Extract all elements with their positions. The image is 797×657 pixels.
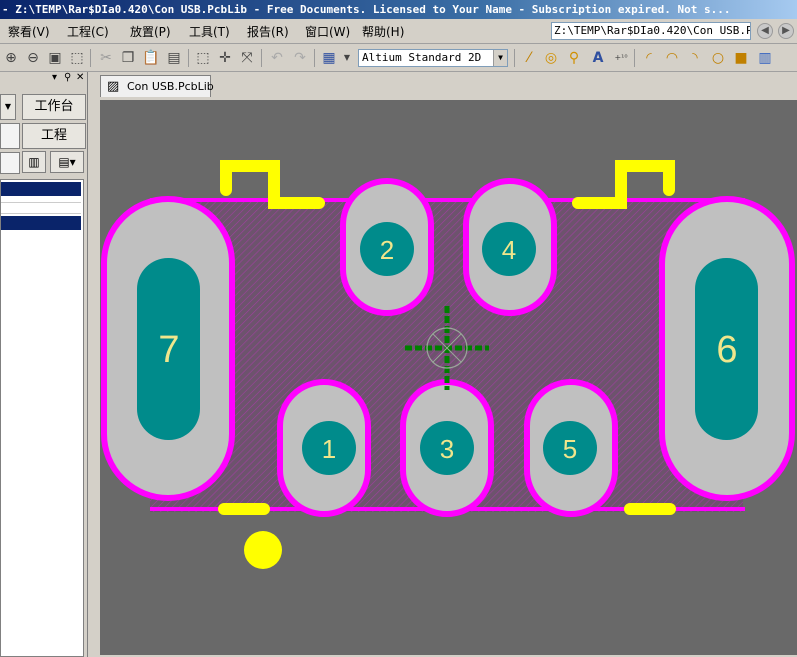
zoom-in-icon[interactable]: ⊕ [2,49,20,67]
place-line-icon[interactable]: ⁄ [520,49,538,67]
pcblib-document-icon: ▨ [107,79,120,94]
menu-project[interactable]: 工程(C) [67,23,109,40]
toolbar-separator [261,49,262,67]
pad-7-label: 7 [158,329,179,371]
menu-place[interactable]: 放置(P) [130,23,171,40]
close-icon[interactable]: ✕ [76,72,84,83]
zoom-fit-icon[interactable]: ▣ [46,49,64,67]
silkscreen-right-bracket [572,160,675,209]
select-area-icon[interactable]: ⬚ [194,49,212,67]
paste-icon[interactable]: 📋 [142,49,160,67]
menu-tools[interactable]: 工具(T) [189,23,230,40]
pin1-marker-dot [244,531,282,569]
tree-row[interactable] [1,202,81,214]
toolbar-separator [314,49,315,67]
circle-icon[interactable]: ○ [709,49,727,67]
back-icon[interactable]: ◀ [757,23,773,39]
toolbar-separator [634,49,635,67]
document-tab-label: Con USB.PcbLib [127,80,214,93]
zoom-area-icon[interactable]: ⬚ [68,49,86,67]
cut-icon[interactable]: ✂ [97,49,115,67]
pad-3-label: 3 [440,434,454,464]
tree-selected-row[interactable] [1,216,81,230]
silkscreen-left-bracket [220,160,325,209]
pcb-drawing[interactable]: 7 6 2 4 1 3 5 [100,100,797,657]
menu-reports[interactable]: 报告(R) [247,23,289,40]
toolbar-separator [514,49,515,67]
menu-help[interactable]: 帮助(H) [362,23,404,40]
toolbar: ⊕ ⊖ ▣ ⬚ ✂ ❐ 📋 ▤ ⬚ ✛ ⤧ ↶ ↷ ▦ ▼ Altium Sta… [0,44,797,72]
rubber-stamp-icon[interactable]: ▤ [165,49,183,67]
forward-icon[interactable]: ▶ [778,23,794,39]
view-mode-value: Altium Standard 2D [362,51,482,64]
view-mode-select[interactable]: Altium Standard 2D ▼ [358,49,508,67]
project-tree[interactable] [0,179,84,657]
project-button[interactable]: 工程 [22,123,86,149]
panel-menu-icon[interactable]: ▾ [52,72,57,83]
document-path-value: Z:\TEMP\Rar$DIa0.420\Con USB.Pc [554,24,751,37]
toolbar-separator [90,49,91,67]
move-icon[interactable]: ✛ [216,49,234,67]
place-coordinate-icon[interactable]: +¹⁰ [612,49,630,67]
grid-icon[interactable]: ▦ [320,49,338,67]
menu-view[interactable]: 察看(V) [8,23,50,40]
window-title: - Z:\TEMP\Rar$DIa0.420\Con USB.PcbLib - … [2,3,731,16]
folder-options-icon[interactable]: ▤▾ [50,151,84,173]
pad-4-label: 4 [502,235,516,265]
title-bar: - Z:\TEMP\Rar$DIa0.420\Con USB.PcbLib - … [0,0,797,19]
workspace-button[interactable]: 工作台 [22,94,86,120]
place-string-icon[interactable]: A [589,49,607,67]
project-filter-field[interactable] [0,152,20,174]
fill-icon[interactable]: ■ [732,49,750,67]
pad-1-label: 1 [322,434,336,464]
copy-icon[interactable]: ❐ [119,49,137,67]
arc-edge-icon[interactable]: ◠ [663,49,681,67]
redo-icon[interactable]: ↷ [291,49,309,67]
pad-2-label: 2 [380,235,394,265]
zoom-out-icon[interactable]: ⊖ [24,49,42,67]
undo-icon[interactable]: ↶ [268,49,286,67]
arc-center-icon[interactable]: ◜ [640,49,658,67]
project-options-icon[interactable]: ▥ [22,151,46,173]
toolbar-separator [188,49,189,67]
deselect-icon[interactable]: ⤧ [238,49,256,67]
arc-any-icon[interactable]: ◝ [686,49,704,67]
left-panel: ▾ ⚲ ✕ ▼ 工作台 工程 ▥ ▤▾ [0,72,88,657]
project-field[interactable] [0,123,20,149]
array-paste-icon[interactable]: ▥ [756,49,774,67]
pad-6-label: 6 [716,329,737,371]
menu-bar: 察看(V) 工程(C) 放置(P) 工具(T) 报告(R) 窗口(W) 帮助(H… [0,19,797,44]
chevron-down-icon: ▼ [493,50,507,66]
document-tab[interactable]: ▨ Con USB.PcbLib [100,75,214,97]
panel-header: ▾ ⚲ ✕ [0,72,88,86]
tree-selected-row[interactable] [1,182,81,196]
pad-5-label: 5 [563,434,577,464]
place-pad-icon[interactable]: ◎ [542,49,560,67]
workspace-dropdown-button[interactable]: ▼ [0,94,16,120]
chevron-down-icon[interactable]: ▼ [338,49,356,67]
document-path-combo[interactable]: Z:\TEMP\Rar$DIa0.420\Con USB.Pc [551,22,751,40]
pcb-canvas[interactable]: 7 6 2 4 1 3 5 [100,100,797,657]
menu-window[interactable]: 窗口(W) [305,23,350,40]
place-via-icon[interactable]: ⚲ [565,49,583,67]
pin-icon[interactable]: ⚲ [64,72,71,83]
